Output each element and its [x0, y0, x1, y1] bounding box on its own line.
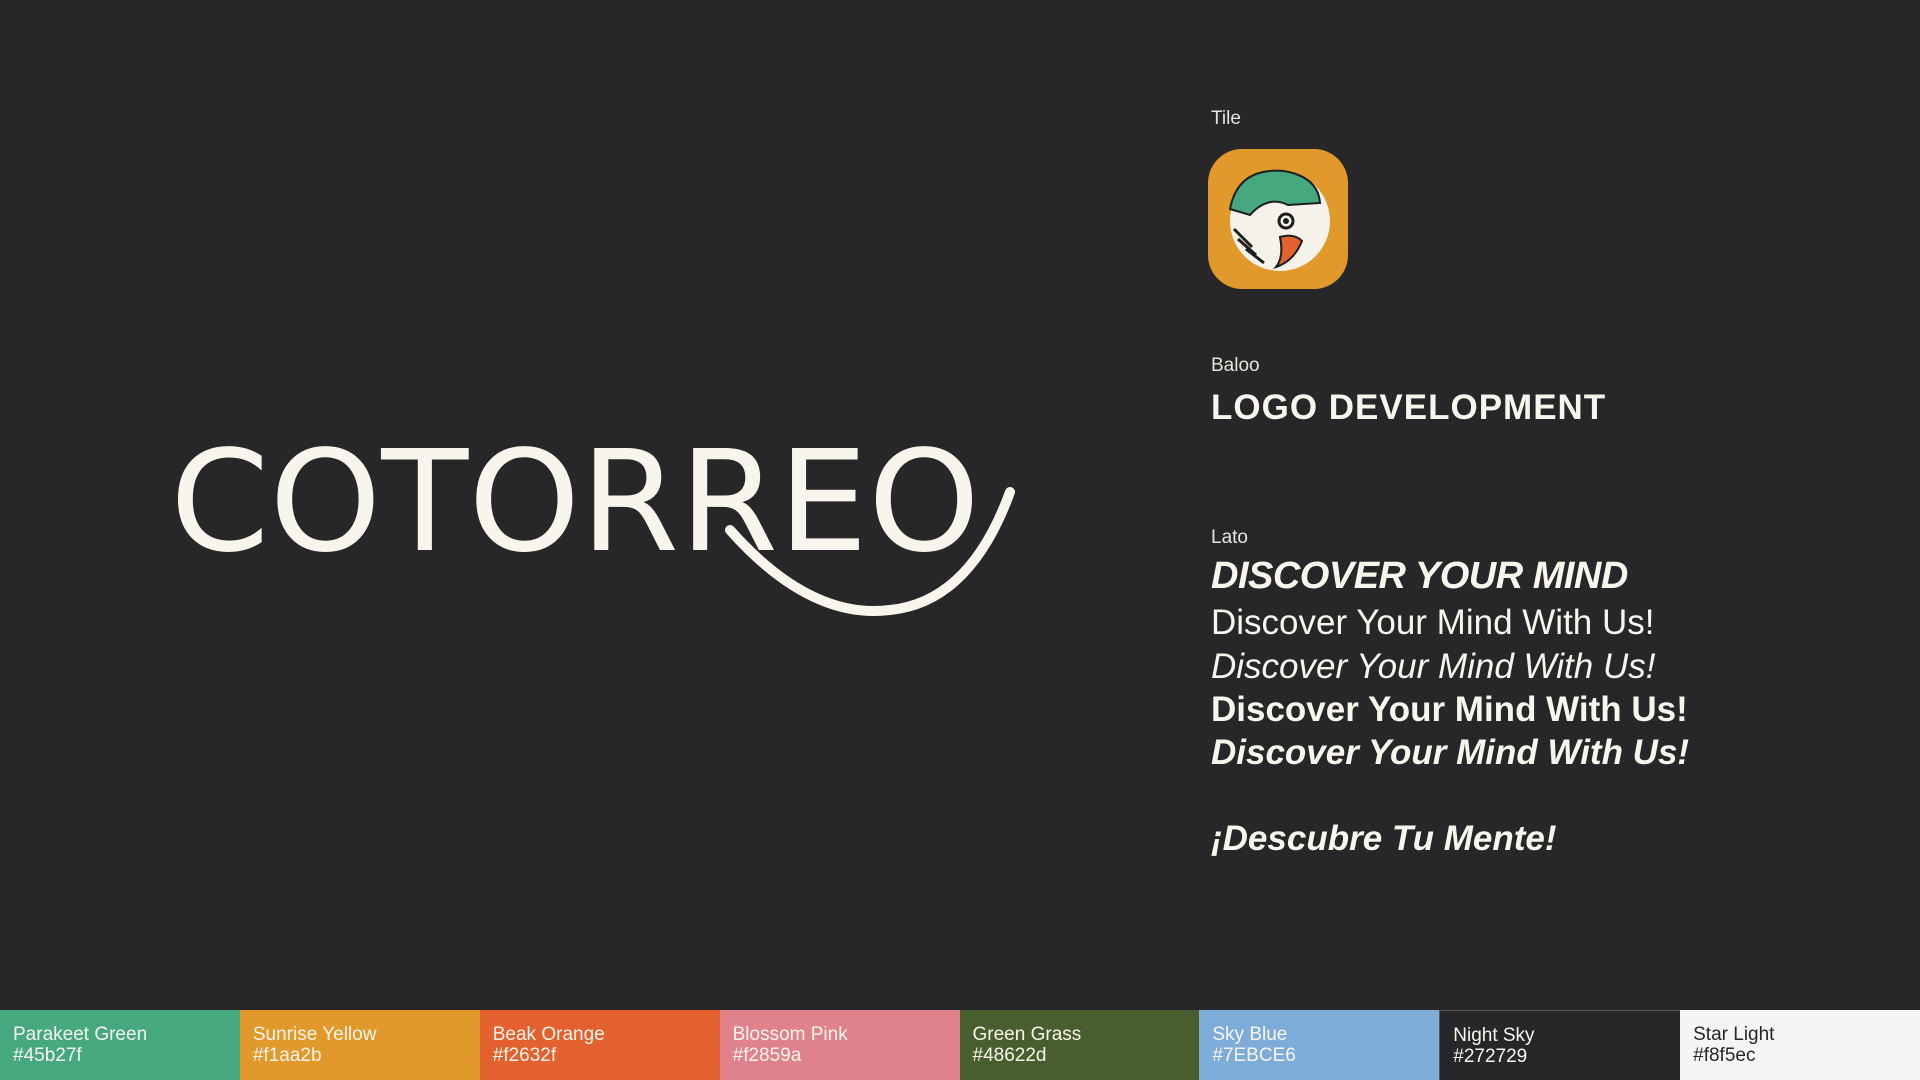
swatch-parakeet-green: Parakeet Green #45b27f — [0, 1010, 240, 1080]
swatch-name: Beak Orange — [492, 1024, 605, 1045]
lato-sample-bold: Discover Your Mind With Us! — [1211, 690, 1688, 729]
brand-guide-panel: Tile Baloo LOGO DEVELOPMENT Lato DISCOVE… — [1208, 0, 1871, 1000]
baloo-font-label: Baloo — [1211, 355, 1260, 376]
svg-text:COTORREO: COTORREO — [170, 430, 980, 584]
swatch-sunrise-yellow: Sunrise Yellow #f1aa2b — [239, 1010, 480, 1080]
swatch-hex: #f2859a — [732, 1045, 802, 1066]
swatch-hex: #f1aa2b — [252, 1045, 322, 1066]
lato-sample-bold-italic: Discover Your Mind With Us! — [1211, 733, 1690, 772]
lato-font-label: Lato — [1211, 527, 1248, 548]
swatch-name: Sky Blue — [1212, 1024, 1288, 1045]
baloo-sample-heading: LOGO DEVELOPMENT — [1211, 388, 1607, 427]
parrot-icon — [1208, 149, 1348, 289]
swatch-name: Parakeet Green — [13, 1024, 148, 1045]
logo-wordmark: COTORREO — [170, 421, 1015, 616]
swatch-green-grass: Green Grass #48622d — [959, 1010, 1200, 1080]
tile-label: Tile — [1211, 108, 1241, 129]
swatch-name: Sunrise Yellow — [252, 1024, 377, 1045]
swatch-hex: #272729 — [1453, 1046, 1528, 1067]
cotorreo-logo: COTORREO — [170, 421, 1020, 630]
swatch-hex: #f2632f — [492, 1045, 557, 1066]
lato-sample-spanish: ¡Descubre Tu Mente! — [1211, 819, 1557, 858]
swatch-blossom-pink: Blossom Pink #f2859a — [719, 1010, 960, 1080]
swatch-hex: #f8f5ec — [1693, 1045, 1756, 1066]
swatch-name: Blossom Pink — [732, 1024, 848, 1045]
swatch-star-light: Star Light #f8f5ec — [1680, 1010, 1920, 1080]
lato-sample-italic: Discover Your Mind With Us! — [1211, 647, 1656, 686]
app-tile — [1208, 149, 1348, 289]
lato-sample-bold-italic-caps: DISCOVER YOUR MIND — [1211, 555, 1628, 597]
swatch-name: Star Light — [1693, 1024, 1775, 1045]
swatch-hex: #48622d — [972, 1045, 1047, 1066]
lato-sample-regular: Discover Your Mind With Us! — [1211, 603, 1655, 642]
swatch-name: Night Sky — [1453, 1025, 1535, 1046]
swatch-night-sky: Night Sky #272729 — [1439, 1010, 1681, 1080]
swatch-beak-orange: Beak Orange #f2632f — [479, 1010, 720, 1080]
swatch-hex: #7EBCE6 — [1212, 1045, 1296, 1066]
swatch-hex: #45b27f — [13, 1045, 82, 1066]
swatch-name: Green Grass — [972, 1024, 1082, 1045]
swatch-sky-blue: Sky Blue #7EBCE6 — [1199, 1010, 1440, 1080]
color-palette: Parakeet Green #45b27f Sunrise Yellow #f… — [0, 1010, 1920, 1080]
